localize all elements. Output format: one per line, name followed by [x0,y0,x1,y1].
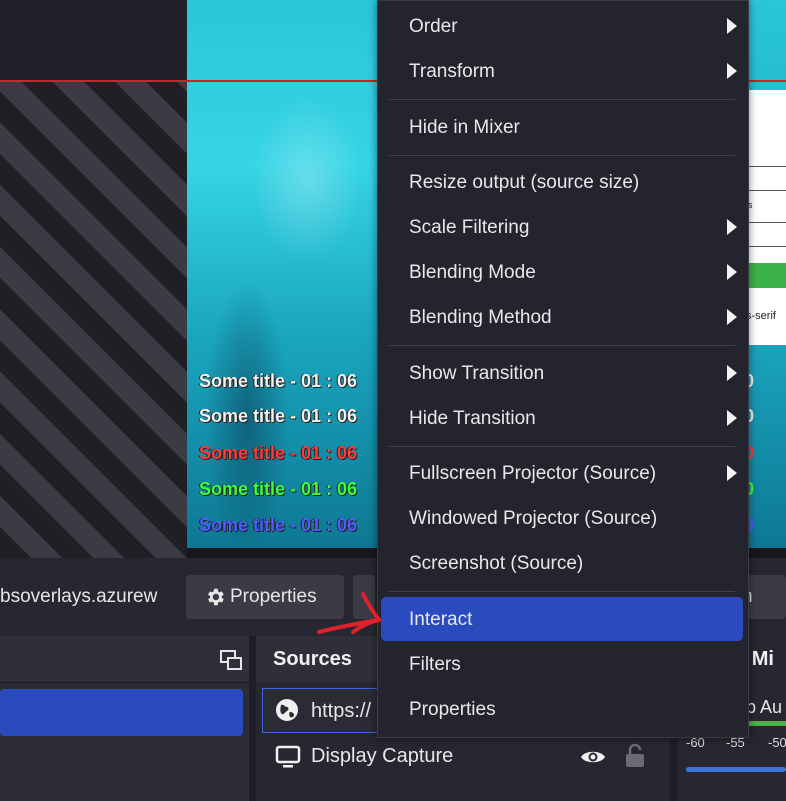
overlay-settings-panel [746,90,786,345]
menu-item-transform[interactable]: Transform [409,61,495,83]
sources-title: Sources [273,648,352,670]
menu-item-properties[interactable]: Properties [409,699,496,721]
undock-icon[interactable] [219,648,243,672]
menu-separator [389,345,735,346]
menu-separator [389,591,735,592]
menu-item-filters[interactable]: Filters [409,654,461,676]
menu-item-fullscreen-projector[interactable]: Fullscreen Projector (Source) [409,463,656,485]
source-url-label: bsoverlays.azurew [0,586,158,607]
overlay-title-1: Some title - 01 : 06 [199,371,358,391]
panel-divider [746,190,786,191]
menu-item-hide-in-mixer[interactable]: Hide in Mixer [409,117,520,139]
menu-separator [389,155,735,156]
submenu-arrow-icon [727,264,737,280]
monitor-icon [275,745,301,769]
menu-item-scale-filtering[interactable]: Scale Filtering [409,217,529,239]
source-label: https:// [311,700,372,722]
menu-item-resize-output[interactable]: Resize output (source size) [409,172,639,194]
submenu-arrow-icon [727,219,737,235]
menu-item-blending-mode[interactable]: Blending Mode [409,262,536,284]
panel-text: s-serif [746,310,776,322]
submenu-arrow-icon [727,309,737,325]
menu-separator [389,99,735,100]
panel-divider [746,222,786,223]
panel-divider [746,166,786,167]
preview-background-stripes [0,0,187,558]
audio-level-meter [746,721,786,726]
overlay-title-4: Some title - 01 : 06 [199,479,358,499]
menu-item-show-transition[interactable]: Show Transition [409,363,544,385]
menu-item-interact[interactable]: Interact [409,609,472,631]
menu-item-windowed-projector[interactable]: Windowed Projector (Source) [409,508,657,530]
audio-source-label: p Au [746,697,783,717]
preview-top-area [0,0,187,82]
menu-item-hide-transition[interactable]: Hide Transition [409,408,536,430]
overlay-title-5: Some title - 01 : 06 [199,515,358,535]
overlay-title-3: Some title - 01 : 06 [199,443,358,463]
eye-icon[interactable] [580,746,606,768]
overlay-title-2: Some title - 01 : 06 [199,406,358,426]
browser-source-render[interactable] [187,0,386,548]
scene-item-selected[interactable] [0,689,243,736]
menu-item-blending-method[interactable]: Blending Method [409,307,552,329]
globe-icon [274,697,300,723]
submenu-arrow-icon [727,410,737,426]
properties-button-label: Properties [230,586,317,607]
menu-separator [389,446,735,447]
submenu-arrow-icon [727,365,737,381]
menu-item-order[interactable]: Order [409,16,458,38]
source-label: Display Capture [311,745,454,767]
lock-icon[interactable] [624,743,646,769]
volume-slider[interactable] [686,767,786,772]
submenu-arrow-icon [727,63,737,79]
annotation-arrow-icon [315,588,385,640]
menu-item-screenshot[interactable]: Screenshot (Source) [409,553,583,575]
gear-icon [204,586,226,608]
scenes-dock-header [0,636,249,683]
meter-tick: -50 [768,735,786,750]
submenu-arrow-icon [727,18,737,34]
submenu-arrow-icon [727,465,737,481]
panel-divider [746,246,786,247]
panel-green-bar [746,263,786,288]
